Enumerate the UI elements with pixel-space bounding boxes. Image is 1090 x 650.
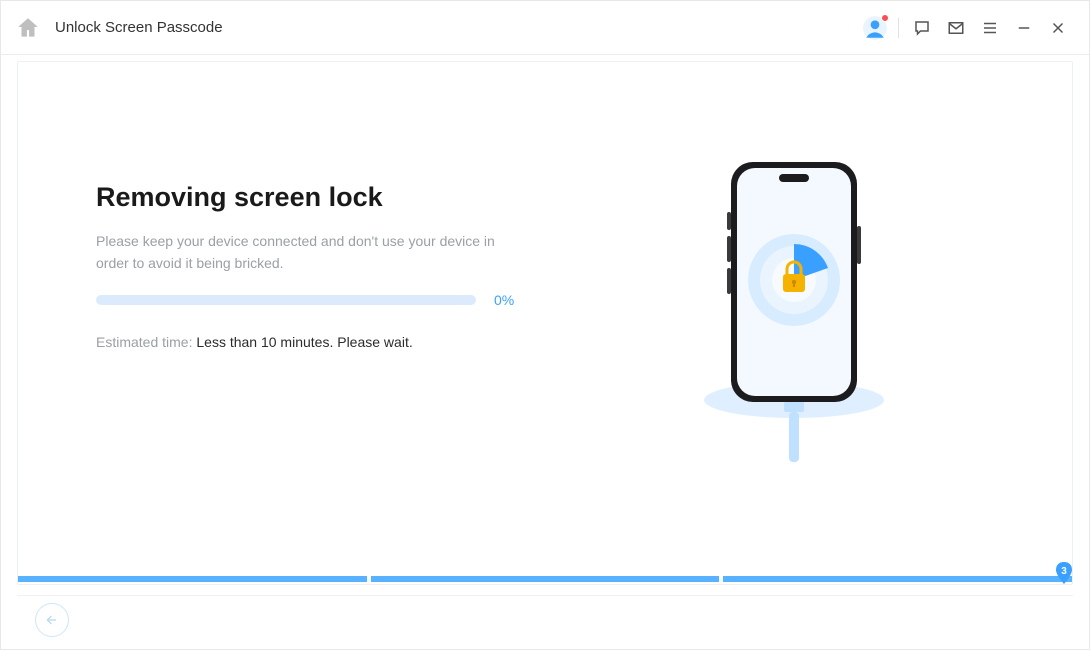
minimize-icon[interactable] [1007,11,1041,45]
phone-illustration [689,152,899,482]
home-icon[interactable] [15,15,41,41]
close-icon[interactable] [1041,11,1075,45]
window-title: Unlock Screen Passcode [55,19,223,36]
step-badge: 3 [1054,562,1074,586]
chat-icon[interactable] [905,11,939,45]
progress-bar [96,295,476,305]
app-window: Unlock Screen Passcode [0,0,1090,650]
step-2 [371,576,720,582]
step-progress-bar: 3 [18,574,1072,584]
right-panel [556,182,1032,572]
titlebar-divider [898,18,899,38]
step-3: 3 [723,576,1072,582]
content-area: Removing screen lock Please keep your de… [18,62,1072,572]
progress-row: 0% [96,292,556,308]
menu-icon[interactable] [973,11,1007,45]
step-badge-label: 3 [1061,566,1067,577]
page-heading: Removing screen lock [96,182,556,213]
main-card: Removing screen lock Please keep your de… [17,61,1073,585]
mail-icon[interactable] [939,11,973,45]
left-panel: Removing screen lock Please keep your de… [96,182,556,572]
back-button[interactable] [35,603,69,637]
estimated-time: Estimated time: Less than 10 minutes. Pl… [96,334,556,350]
step-1 [18,576,367,582]
eta-prefix: Estimated time: [96,334,196,350]
titlebar: Unlock Screen Passcode [1,1,1089,55]
eta-value: Less than 10 minutes. Please wait. [196,334,412,350]
footer [17,595,1073,643]
notification-dot-icon [881,14,889,22]
account-avatar[interactable] [862,15,888,41]
page-description: Please keep your device connected and do… [96,231,496,274]
progress-percent: 0% [494,292,514,308]
